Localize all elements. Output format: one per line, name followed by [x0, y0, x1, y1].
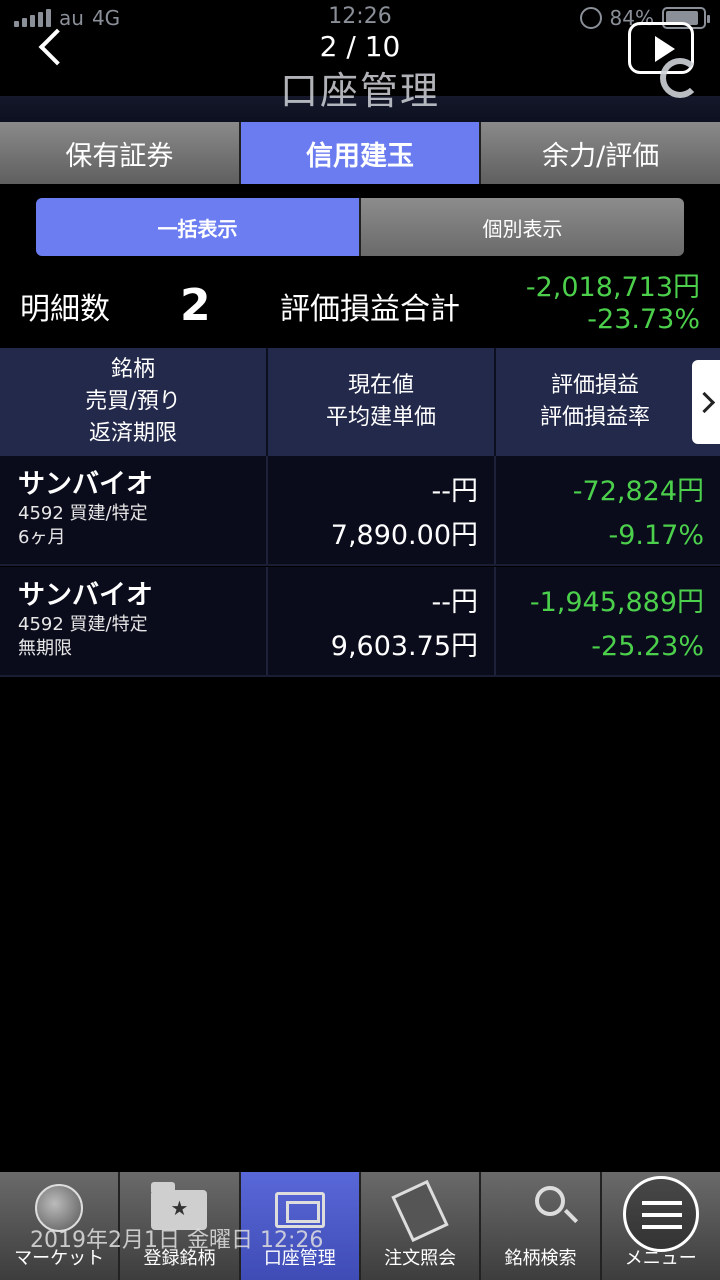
stock-name: サンバイオ: [18, 580, 153, 611]
page-title: 口座管理: [279, 69, 440, 113]
total-pl-values: -2,018,713円 -23.73%: [526, 272, 700, 336]
table-row[interactable]: サンバイオ 4592 買建/特定 6ヶ月 --円 7,890.00円 -72,8…: [0, 456, 720, 566]
book-icon: [391, 1179, 449, 1243]
pl-rate: -9.17%: [608, 520, 704, 551]
next-columns-arrow-icon[interactable]: [692, 360, 720, 444]
pl-amount: -72,824円: [572, 476, 704, 507]
account-tabs: 保有証券 信用建玉 余力/評価: [0, 122, 720, 184]
page-counter: 2 / 10: [319, 30, 401, 63]
table-header: 銘柄 売買/預り 返済期限 現在値 平均建単価 評価損益 評価損益率: [0, 348, 720, 456]
stock-cell: サンバイオ 4592 買建/特定 6ヶ月: [0, 456, 268, 564]
header-due: 返済期限: [88, 421, 177, 446]
count-label: 明細数: [20, 292, 110, 327]
current-price: --円: [431, 476, 479, 507]
stock-term: 無期限: [18, 638, 72, 659]
table-row[interactable]: サンバイオ 4592 買建/特定 無期限 --円 9,603.75円 -1,94…: [0, 567, 720, 677]
avg-price: 9,603.75円: [330, 631, 478, 662]
tab-holdings[interactable]: 保有証券: [0, 122, 241, 184]
total-pl-amount: -2,018,713円: [525, 272, 700, 303]
nav-label: 注文照会: [384, 1248, 457, 1269]
total-pl-label: 評価損益合計: [280, 292, 460, 327]
refresh-icon[interactable]: [660, 58, 700, 98]
header-trade-type: 売買/預り: [85, 389, 181, 414]
header-avg-price: 平均建単価: [325, 405, 436, 430]
total-pl-rate: -23.73%: [587, 304, 700, 335]
display-mode-segment: 一括表示 個別表示: [36, 198, 684, 256]
nav-label: 銘柄検索: [504, 1248, 577, 1269]
header-pl-rate: 評価損益率: [539, 405, 650, 430]
search-icon: [535, 1186, 566, 1216]
datetime-overlay: 2019年2月1日 金曜日 12:26: [30, 1228, 324, 1253]
current-price: --円: [431, 587, 479, 618]
pl-rate: -25.23%: [591, 631, 704, 662]
tab-capacity-valuation[interactable]: 余力/評価: [481, 122, 720, 184]
header-col-stock: 銘柄 売買/預り 返済期限: [0, 348, 268, 456]
stock-cell: サンバイオ 4592 買建/特定 無期限: [0, 567, 268, 675]
menu-icon: [622, 1176, 699, 1252]
header-col-pl: 評価損益 評価損益率: [496, 348, 720, 456]
app-header: 2 / 10 口座管理: [0, 0, 720, 122]
individual-display-button[interactable]: 個別表示: [359, 198, 684, 256]
stock-code-type: 4592 買建/特定: [18, 503, 148, 524]
stock-name: サンバイオ: [18, 469, 153, 500]
header-current-price: 現在値: [347, 373, 414, 398]
bulk-display-button[interactable]: 一括表示: [36, 198, 359, 256]
count-value: 2: [180, 280, 211, 331]
nav-orders[interactable]: 注文照会: [360, 1172, 482, 1280]
tab-margin-positions[interactable]: 信用建玉: [240, 122, 482, 184]
summary-section: 明細数 2 評価損益合計 -2,018,713円 -23.73%: [0, 266, 720, 348]
nav-menu[interactable]: メニュー: [601, 1172, 720, 1280]
avg-price: 7,890.00円: [330, 520, 478, 551]
pl-amount: -1,945,889円: [529, 587, 704, 618]
price-cell: --円 9,603.75円: [268, 567, 496, 675]
pl-cell: -1,945,889円 -25.23%: [496, 567, 720, 675]
header-pl: 評価損益: [550, 373, 639, 398]
stock-code-type: 4592 買建/特定: [18, 614, 148, 635]
header-stock: 銘柄: [110, 357, 155, 382]
header-col-price: 現在値 平均建単価: [268, 348, 496, 456]
price-cell: --円 7,890.00円: [268, 456, 496, 564]
nav-search[interactable]: 銘柄検索: [481, 1172, 602, 1280]
stock-term: 6ヶ月: [18, 527, 66, 548]
pl-cell: -72,824円 -9.17%: [496, 456, 720, 564]
